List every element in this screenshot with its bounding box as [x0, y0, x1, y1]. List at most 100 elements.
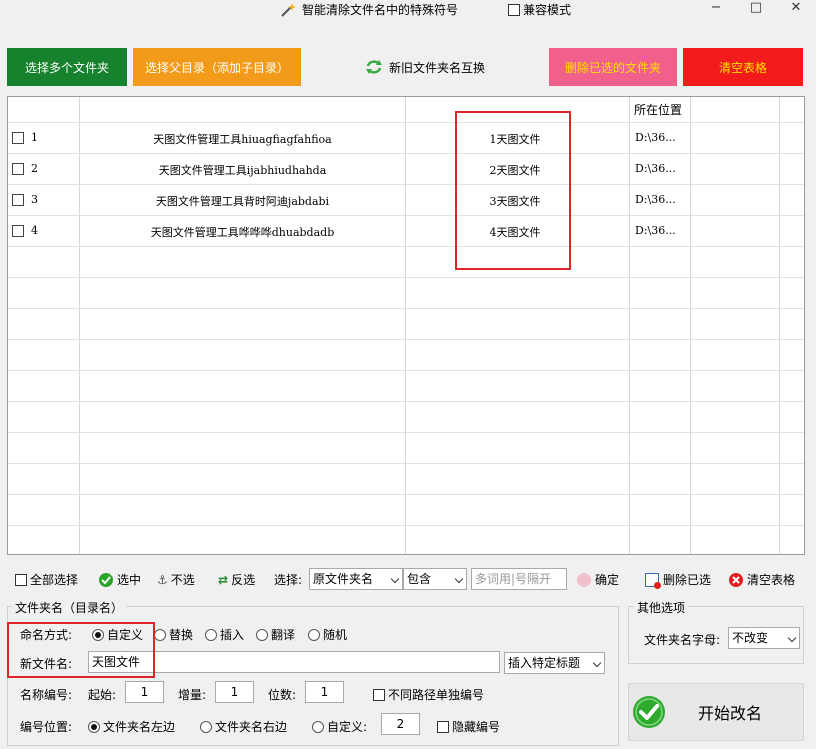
digits-input[interactable]: 1 [305, 681, 344, 703]
column-divider [629, 97, 630, 554]
magic-wand-icon [280, 2, 296, 18]
field-select[interactable]: 原文件夹名 [309, 568, 403, 590]
mode-random-label: 随机 [323, 628, 348, 642]
row-checkbox[interactable] [12, 132, 24, 144]
select-all-checkbox[interactable]: 全部选择 [15, 571, 78, 588]
compat-mode-checkbox[interactable]: 兼容模式 [508, 1, 571, 18]
start-input[interactable]: 1 [125, 681, 164, 703]
row-divider [8, 339, 804, 340]
clear-table-button[interactable]: 清空表格 [683, 48, 803, 86]
invert-label: 反选 [231, 573, 256, 587]
new-name-cell: 1天图文件 [489, 133, 541, 146]
insert-title-select[interactable]: 插入特定标题 [504, 652, 605, 674]
select-parent-folder-button[interactable]: 选择父目录（添加子目录） [133, 48, 301, 86]
radio-dot[interactable] [92, 628, 104, 641]
mode-insert-radio[interactable]: 插入 [205, 626, 244, 643]
increment-label: 增量: [178, 688, 207, 702]
location-cell: D:\36... [635, 162, 676, 175]
mode-translate-radio[interactable]: 翻译 [256, 626, 295, 643]
swap-names-button[interactable]: 新旧文件夹名互换 [358, 48, 492, 86]
delete-selected-folders-button[interactable]: 删除已选的文件夹 [549, 48, 677, 86]
position-custom-label: 自定义: [327, 720, 368, 734]
delete-doc-icon [645, 572, 661, 589]
start-rename-button[interactable]: 开始改名 [628, 683, 804, 741]
row-checkbox[interactable] [12, 225, 24, 237]
radio-dot[interactable] [154, 628, 166, 641]
radio-dot[interactable] [88, 720, 100, 733]
radio-dot[interactable] [256, 628, 268, 641]
mode-replace-radio[interactable]: 替换 [154, 626, 193, 643]
clear-table-small-button[interactable]: 清空表格 [729, 571, 795, 588]
column-divider [779, 97, 780, 554]
invert-button[interactable]: ⇄ 反选 [218, 571, 255, 588]
file-table[interactable]: 所在位置 1 天图文件管理工具hiuagfiagfahfioa 1天图文件 D:… [7, 96, 805, 555]
mode-custom-radio[interactable]: 自定义 [92, 626, 143, 643]
row-checkbox[interactable] [12, 194, 24, 206]
hide-numbering-checkbox[interactable]: 隐藏编号 [437, 718, 500, 735]
check-button[interactable]: 选中 [99, 571, 141, 588]
row-checkbox[interactable] [12, 163, 24, 175]
mode-random-radio[interactable]: 随机 [308, 626, 347, 643]
close-circle-icon [729, 572, 743, 587]
radio-dot[interactable] [312, 720, 324, 733]
position-custom-radio[interactable]: 自定义: [312, 718, 367, 735]
position-label: 编号位置: [20, 720, 73, 734]
radio-dot[interactable] [308, 628, 320, 641]
chevron-down-icon [787, 633, 797, 643]
mode-insert-label: 插入 [220, 628, 245, 642]
window-title: 智能清除文件名中的特殊符号 [302, 3, 459, 17]
checkbox-box[interactable] [508, 3, 520, 16]
confirm-label: 确定 [595, 573, 620, 587]
row-divider [8, 122, 804, 123]
custom-position-input[interactable]: 2 [381, 713, 420, 735]
new-name-label: 新文件名: [20, 657, 73, 671]
new-name-input[interactable]: 天图文件 [88, 651, 500, 673]
select-folders-button[interactable]: 选择多个文件夹 [7, 48, 127, 86]
checkbox-box[interactable] [373, 688, 385, 701]
delete-selected-button[interactable]: 删除已选 [645, 571, 711, 589]
radio-dot[interactable] [200, 720, 212, 733]
position-right-label: 文件夹名右边 [215, 720, 288, 734]
location-column-header[interactable]: 所在位置 [634, 99, 682, 121]
old-name-cell: 天图文件管理工具哗哗哗dhuabdadb [150, 226, 335, 239]
mode-replace-label: 替换 [169, 628, 194, 642]
match-select-value: 包含 [407, 572, 432, 586]
row-divider [8, 246, 804, 247]
radio-dot[interactable] [205, 628, 217, 641]
uncheck-label: 不选 [170, 573, 195, 587]
select-all-label: 全部选择 [30, 573, 79, 587]
check-circle-icon [632, 695, 666, 729]
other-options-title: 其他选项 [634, 599, 689, 616]
swap-names-label: 新旧文件夹名互换 [388, 60, 485, 75]
position-left-radio[interactable]: 文件夹名左边 [88, 718, 175, 735]
shuffle-icon: ⇄ [218, 572, 229, 587]
uncheck-button[interactable]: ⚓ 不选 [157, 571, 195, 588]
increment-input[interactable]: 1 [215, 681, 254, 703]
close-button[interactable]: ✕ [776, 0, 816, 18]
minimize-button[interactable]: − [696, 0, 736, 18]
keyword-input[interactable]: 多词用|号隔开 [471, 568, 567, 590]
checkbox-box[interactable] [437, 720, 449, 733]
letter-case-value: 不改变 [732, 631, 769, 645]
row-divider [8, 370, 804, 371]
match-select[interactable]: 包含 [403, 568, 467, 590]
confirm-icon [577, 572, 591, 587]
check-label: 选中 [117, 573, 142, 587]
digits-label: 位数: [268, 688, 297, 702]
separate-numbering-checkbox[interactable]: 不同路径单独编号 [373, 686, 484, 703]
location-cell: D:\36... [635, 131, 676, 144]
maximize-button[interactable]: □ [736, 0, 776, 18]
new-name-cell: 3天图文件 [489, 195, 541, 208]
position-right-radio[interactable]: 文件夹名右边 [200, 718, 287, 735]
column-divider [405, 97, 406, 554]
checkbox-box[interactable] [15, 573, 27, 586]
row-divider [8, 153, 804, 154]
new-name-cell: 4天图文件 [489, 226, 541, 239]
row-divider [8, 432, 804, 433]
letter-case-label: 文件夹名字母: [644, 633, 721, 647]
confirm-button[interactable]: 确定 [577, 571, 619, 588]
letter-case-select[interactable]: 不改变 [728, 627, 800, 649]
row-divider [8, 525, 804, 526]
row-index: 3 [31, 193, 38, 206]
column-divider [690, 97, 691, 554]
